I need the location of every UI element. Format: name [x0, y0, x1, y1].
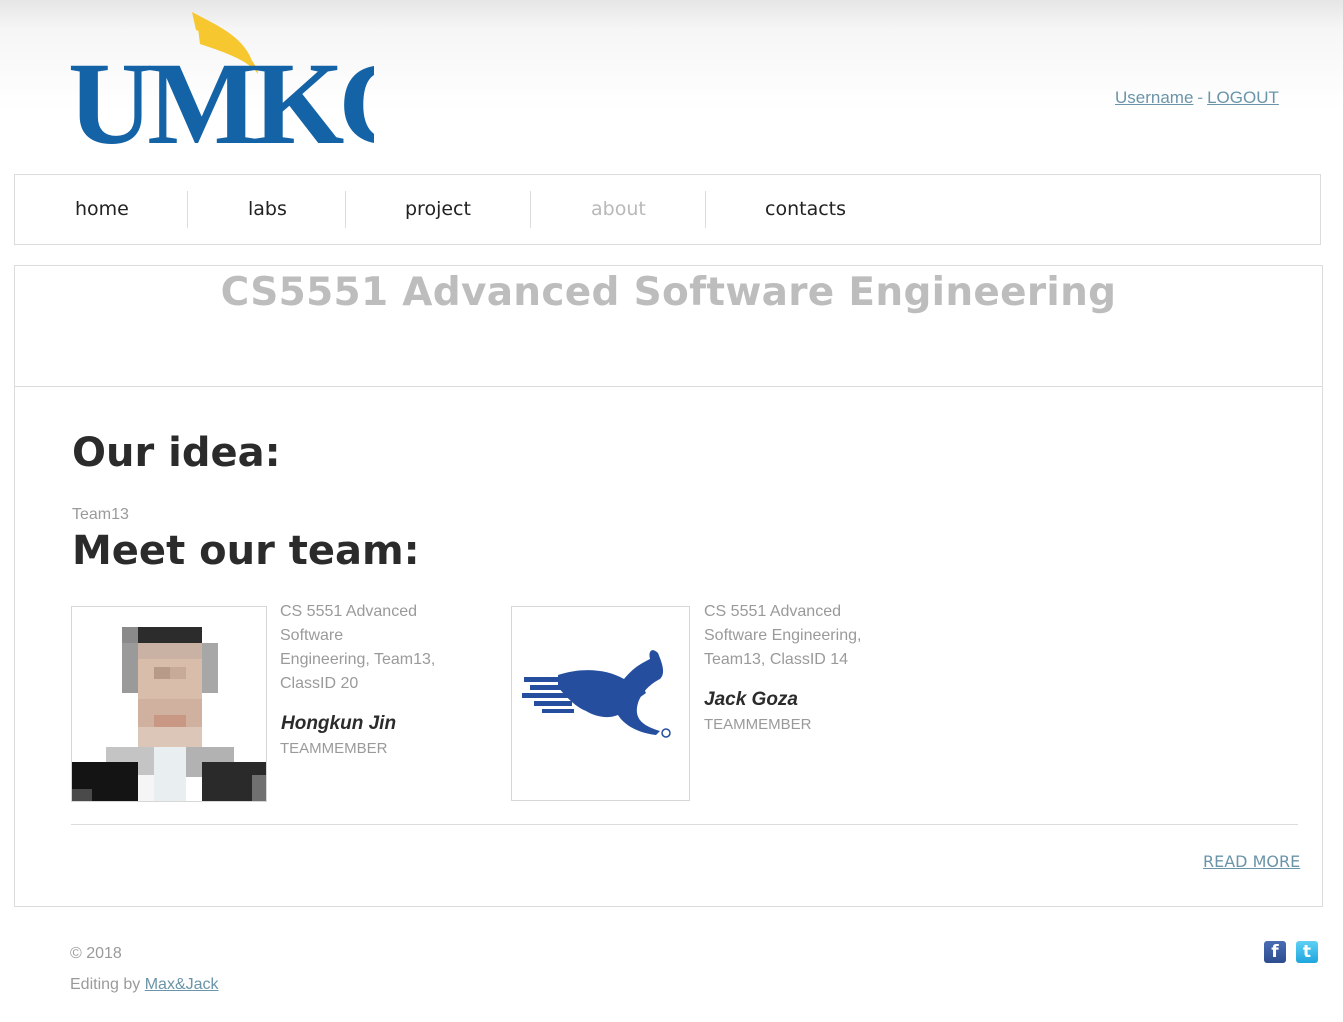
team-heading: Meet our team: — [72, 528, 420, 574]
main-nav: home labs project about contacts — [14, 174, 1321, 245]
twitter-icon[interactable]: t — [1296, 941, 1318, 963]
nav-project[interactable]: project — [405, 175, 471, 244]
facebook-icon[interactable]: f — [1264, 941, 1286, 963]
kangaroo-logo-icon — [522, 650, 671, 738]
content-divider — [71, 824, 1298, 825]
page-title: CS5551 Advanced Software Engineering — [220, 270, 1117, 315]
team-tag: Team13 — [72, 506, 129, 523]
member-desc-line: CS 5551 Advanced — [280, 603, 417, 620]
footer-copyright: © 2018 — [70, 945, 122, 962]
nav-divider — [345, 191, 346, 228]
member-name-jack: Jack Goza — [704, 689, 798, 710]
member-photo-hongkun — [71, 606, 267, 802]
nav-divider — [530, 191, 531, 228]
member-desc-line: Software Engineering, — [704, 627, 862, 644]
main-content: CS5551 Advanced Software Engineering Our… — [14, 265, 1323, 907]
read-more-link[interactable]: READ MORE — [1203, 852, 1300, 871]
username-link[interactable]: Username — [1115, 88, 1193, 107]
logo-text: UMKC — [68, 38, 374, 148]
member-role-hongkun: TEAMMEMBER — [280, 740, 388, 757]
nav-home[interactable]: home — [75, 175, 129, 244]
user-links: Username - LOGOUT — [1115, 88, 1279, 108]
footer-editing: Editing by Max&Jack — [70, 976, 219, 994]
idea-heading: Our idea: — [72, 430, 281, 476]
nav-contacts[interactable]: contacts — [765, 175, 846, 244]
umkc-logo[interactable]: UMKC — [68, 8, 424, 169]
member-desc-line: Software — [280, 627, 344, 644]
member-desc-line: Engineering, Team13, — [280, 651, 436, 668]
footer-editing-link[interactable]: Max&Jack — [145, 976, 219, 993]
nav-divider — [187, 191, 188, 228]
user-links-separator: - — [1197, 88, 1204, 107]
member-desc-hongkun: CS 5551 Advanced Software Engineering, T… — [280, 600, 470, 696]
nav-divider — [705, 191, 706, 228]
logout-link[interactable]: LOGOUT — [1207, 88, 1279, 107]
member-photo-jack — [511, 606, 690, 801]
member-desc-line: ClassID 20 — [280, 675, 359, 692]
member-desc-line: Team13, ClassID 14 — [704, 651, 849, 668]
member-desc-line: CS 5551 Advanced — [704, 603, 841, 620]
nav-labs[interactable]: labs — [248, 175, 287, 244]
member-name-hongkun: Hongkun Jin — [281, 713, 397, 734]
footer-editing-prefix: Editing by — [70, 976, 141, 993]
nav-about[interactable]: about — [591, 175, 646, 244]
title-divider — [15, 386, 1322, 387]
member-role-jack: TEAMMEMBER — [704, 716, 812, 733]
portrait-photo-icon — [72, 607, 266, 801]
member-desc-jack: CS 5551 Advanced Software Engineering, T… — [704, 600, 904, 672]
